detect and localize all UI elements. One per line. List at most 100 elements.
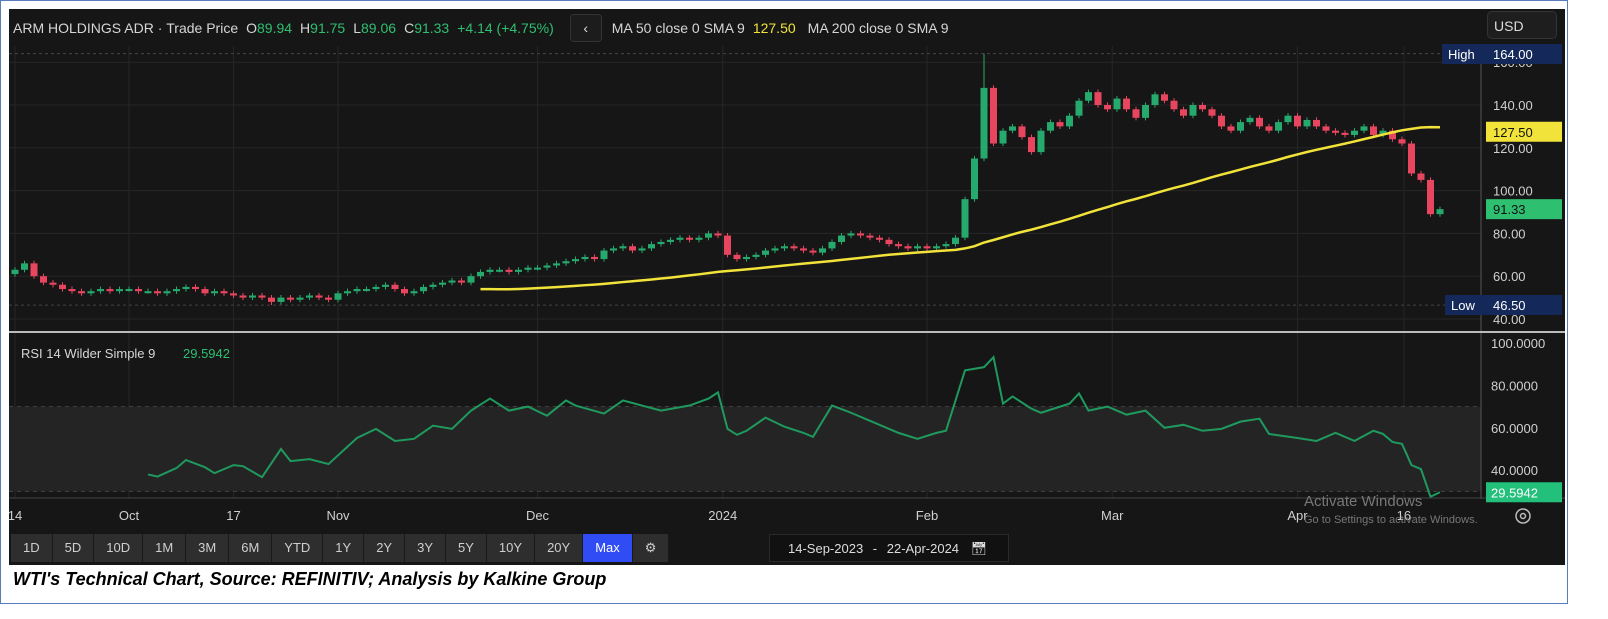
candle	[1246, 115, 1254, 125]
candle-body	[971, 158, 978, 200]
candle-body	[914, 246, 921, 249]
range-button-3m[interactable]: 3M	[186, 534, 230, 562]
settings-icon[interactable]	[1515, 508, 1531, 524]
candle-body	[534, 267, 541, 270]
calendar-icon[interactable]: 📅︎	[971, 541, 988, 556]
candle-body	[1066, 115, 1073, 127]
date-to: 22-Apr-2024	[886, 541, 960, 556]
candle-body	[657, 241, 665, 245]
candle	[1294, 113, 1301, 129]
candle-body	[448, 280, 456, 283]
candle	[239, 292, 247, 301]
candle-body	[277, 297, 285, 302]
chart-canvas[interactable]: RSI 14 Wilder Simple 9 29.5942 40.0060.0…	[1, 1, 1567, 533]
low-label: Low	[1451, 298, 1475, 313]
candle	[477, 269, 484, 279]
candle-body	[258, 295, 266, 298]
range-button-3y[interactable]: 3Y	[405, 534, 447, 562]
range-button-10d[interactable]: 10D	[94, 534, 144, 562]
candle	[1075, 98, 1083, 119]
candle-body	[1151, 94, 1159, 105]
candle-body	[315, 295, 323, 298]
candle-body	[401, 289, 408, 294]
candle-body	[230, 293, 237, 296]
candle	[1123, 96, 1130, 112]
candle	[125, 286, 133, 292]
range-button-20y[interactable]: 20Y	[535, 534, 584, 562]
candle	[1322, 123, 1330, 134]
range-button-5d[interactable]: 5D	[52, 534, 95, 562]
candle	[429, 282, 437, 290]
candle-body	[705, 233, 712, 238]
price-axis: 40.0060.0080.00100.00120.00140.00160.00	[1493, 55, 1533, 327]
candle-body	[638, 248, 646, 251]
candle	[904, 243, 912, 251]
candle	[372, 284, 380, 292]
candle-body	[125, 289, 133, 292]
candle-body	[420, 286, 427, 292]
rsi-tick: 60.0000	[1491, 421, 1538, 436]
candle-body	[1113, 98, 1121, 110]
candle-body	[714, 233, 722, 236]
candle-body	[885, 239, 893, 245]
candle-body	[68, 289, 76, 292]
candle	[781, 243, 788, 251]
candle-body	[30, 263, 38, 277]
range-button-max[interactable]: Max	[583, 534, 633, 562]
candle	[277, 295, 285, 305]
candle-body	[762, 250, 769, 255]
candle	[885, 237, 893, 247]
time-tick: 17	[226, 508, 240, 523]
candle	[439, 280, 446, 288]
candle-body	[154, 291, 161, 294]
candle-body	[1332, 130, 1339, 133]
candle-body	[429, 284, 437, 287]
candle	[619, 243, 627, 251]
range-button-ytd[interactable]: YTD	[272, 534, 324, 562]
candle	[1275, 119, 1282, 134]
candle	[1360, 123, 1368, 134]
candle-body	[847, 233, 855, 236]
candle	[534, 265, 541, 271]
candle	[923, 243, 931, 251]
range-button-1y[interactable]: 1Y	[323, 534, 365, 562]
date-range-picker[interactable]: 14-Sep-2023 - 22-Apr-2024 📅︎	[769, 534, 1009, 562]
time-axis: 14 Oct 17 Nov Dec 2024 Feb Mar Apr 16	[8, 508, 1411, 523]
candle	[581, 254, 589, 262]
range-button-5y[interactable]: 5Y	[446, 534, 487, 562]
candle-body	[496, 269, 503, 272]
candle	[458, 277, 465, 286]
candle-body	[87, 291, 95, 294]
candle-body	[695, 237, 703, 240]
range-button-10y[interactable]: 10Y	[486, 534, 536, 562]
candle	[296, 295, 304, 303]
candle	[1037, 128, 1045, 155]
range-button-1m[interactable]: 1M	[143, 534, 187, 562]
candle-body	[572, 259, 579, 262]
candle-body	[553, 263, 560, 266]
candle	[68, 286, 76, 294]
candle	[1047, 119, 1054, 134]
range-settings-icon[interactable]: ⚙	[632, 534, 670, 562]
candle-body	[686, 237, 693, 240]
candle-body	[1218, 115, 1225, 127]
candle-body	[990, 87, 997, 144]
rsi-tick: 40.0000	[1491, 463, 1538, 478]
candle	[1056, 119, 1064, 129]
candle-body	[838, 235, 845, 242]
candle	[667, 237, 674, 245]
range-button-1d[interactable]: 1D	[11, 534, 53, 562]
candle-body	[363, 289, 370, 292]
candle-body	[1189, 105, 1197, 116]
candle-body	[581, 256, 589, 260]
candle	[743, 254, 750, 262]
candle	[1208, 106, 1216, 119]
candle-body	[1085, 92, 1092, 101]
candle-body	[610, 248, 617, 251]
candle	[467, 273, 475, 286]
range-button-6m[interactable]: 6M	[229, 534, 273, 562]
last-price-tag-text: 91.33	[1493, 202, 1526, 217]
range-button-2y[interactable]: 2Y	[364, 534, 406, 562]
candle-body	[391, 284, 399, 290]
candle	[448, 277, 456, 286]
